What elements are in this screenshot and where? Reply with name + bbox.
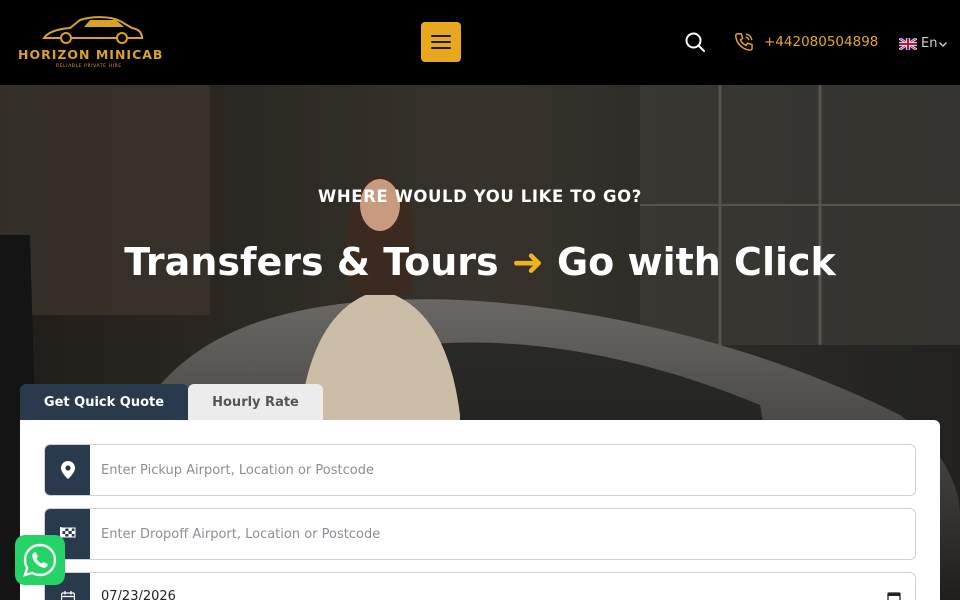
whatsapp-button[interactable] (15, 535, 65, 585)
hamburger-icon (431, 35, 451, 37)
logo-tagline: RELIABLE PRIVATE HIRE (56, 64, 122, 69)
search-icon (685, 32, 705, 52)
whatsapp-icon (23, 543, 57, 577)
uk-flag-icon (899, 37, 917, 50)
chevron-down-icon (939, 41, 948, 47)
tab-quick-quote[interactable]: Get Quick Quote (20, 384, 188, 420)
dropoff-input[interactable]: Enter Dropoff Airport, Location or Postc… (90, 509, 915, 559)
language-label: En (921, 36, 938, 51)
pickup-input[interactable]: Enter Pickup Airport, Location or Postco… (90, 445, 915, 495)
pickup-field[interactable]: Enter Pickup Airport, Location or Postco… (44, 444, 916, 496)
hero-headline: Transfers & Tours ➜ Go with Click (0, 240, 960, 284)
tab-hourly-rate[interactable]: Hourly Rate (188, 384, 323, 420)
hero-eyebrow: WHERE WOULD YOU LIKE TO GO? (318, 187, 642, 206)
car-logo-icon (42, 16, 144, 44)
site-header: HORIZON MINICAB RELIABLE PRIVATE HIRE +4… (0, 0, 960, 85)
calendar-icon (60, 591, 75, 600)
logo-text: HORIZON MINICAB (18, 47, 164, 62)
phone-icon (735, 33, 753, 51)
phone-link[interactable]: +442080504898 (733, 31, 878, 53)
menu-button[interactable] (421, 22, 461, 62)
dropoff-field[interactable]: Enter Dropoff Airport, Location or Postc… (44, 508, 916, 560)
headline-left: Transfers & Tours (124, 240, 499, 284)
calendar-picker-icon[interactable] (887, 591, 901, 600)
hamburger-icon-bar (431, 47, 451, 49)
search-button[interactable] (683, 30, 707, 54)
headline-right: Go with Click (556, 240, 836, 284)
logo[interactable]: HORIZON MINICAB RELIABLE PRIVATE HIRE (18, 14, 168, 72)
arrow-right-icon: ➜ (511, 240, 544, 284)
pickup-icon-box (45, 445, 90, 495)
date-input[interactable]: 07/23/2026 (90, 573, 915, 600)
date-field[interactable]: 07/23/2026 (44, 572, 916, 600)
location-pin-icon (60, 461, 75, 479)
hamburger-icon-bar (431, 41, 451, 43)
language-selector[interactable]: En (899, 36, 948, 51)
phone-number: +442080504898 (764, 34, 879, 50)
